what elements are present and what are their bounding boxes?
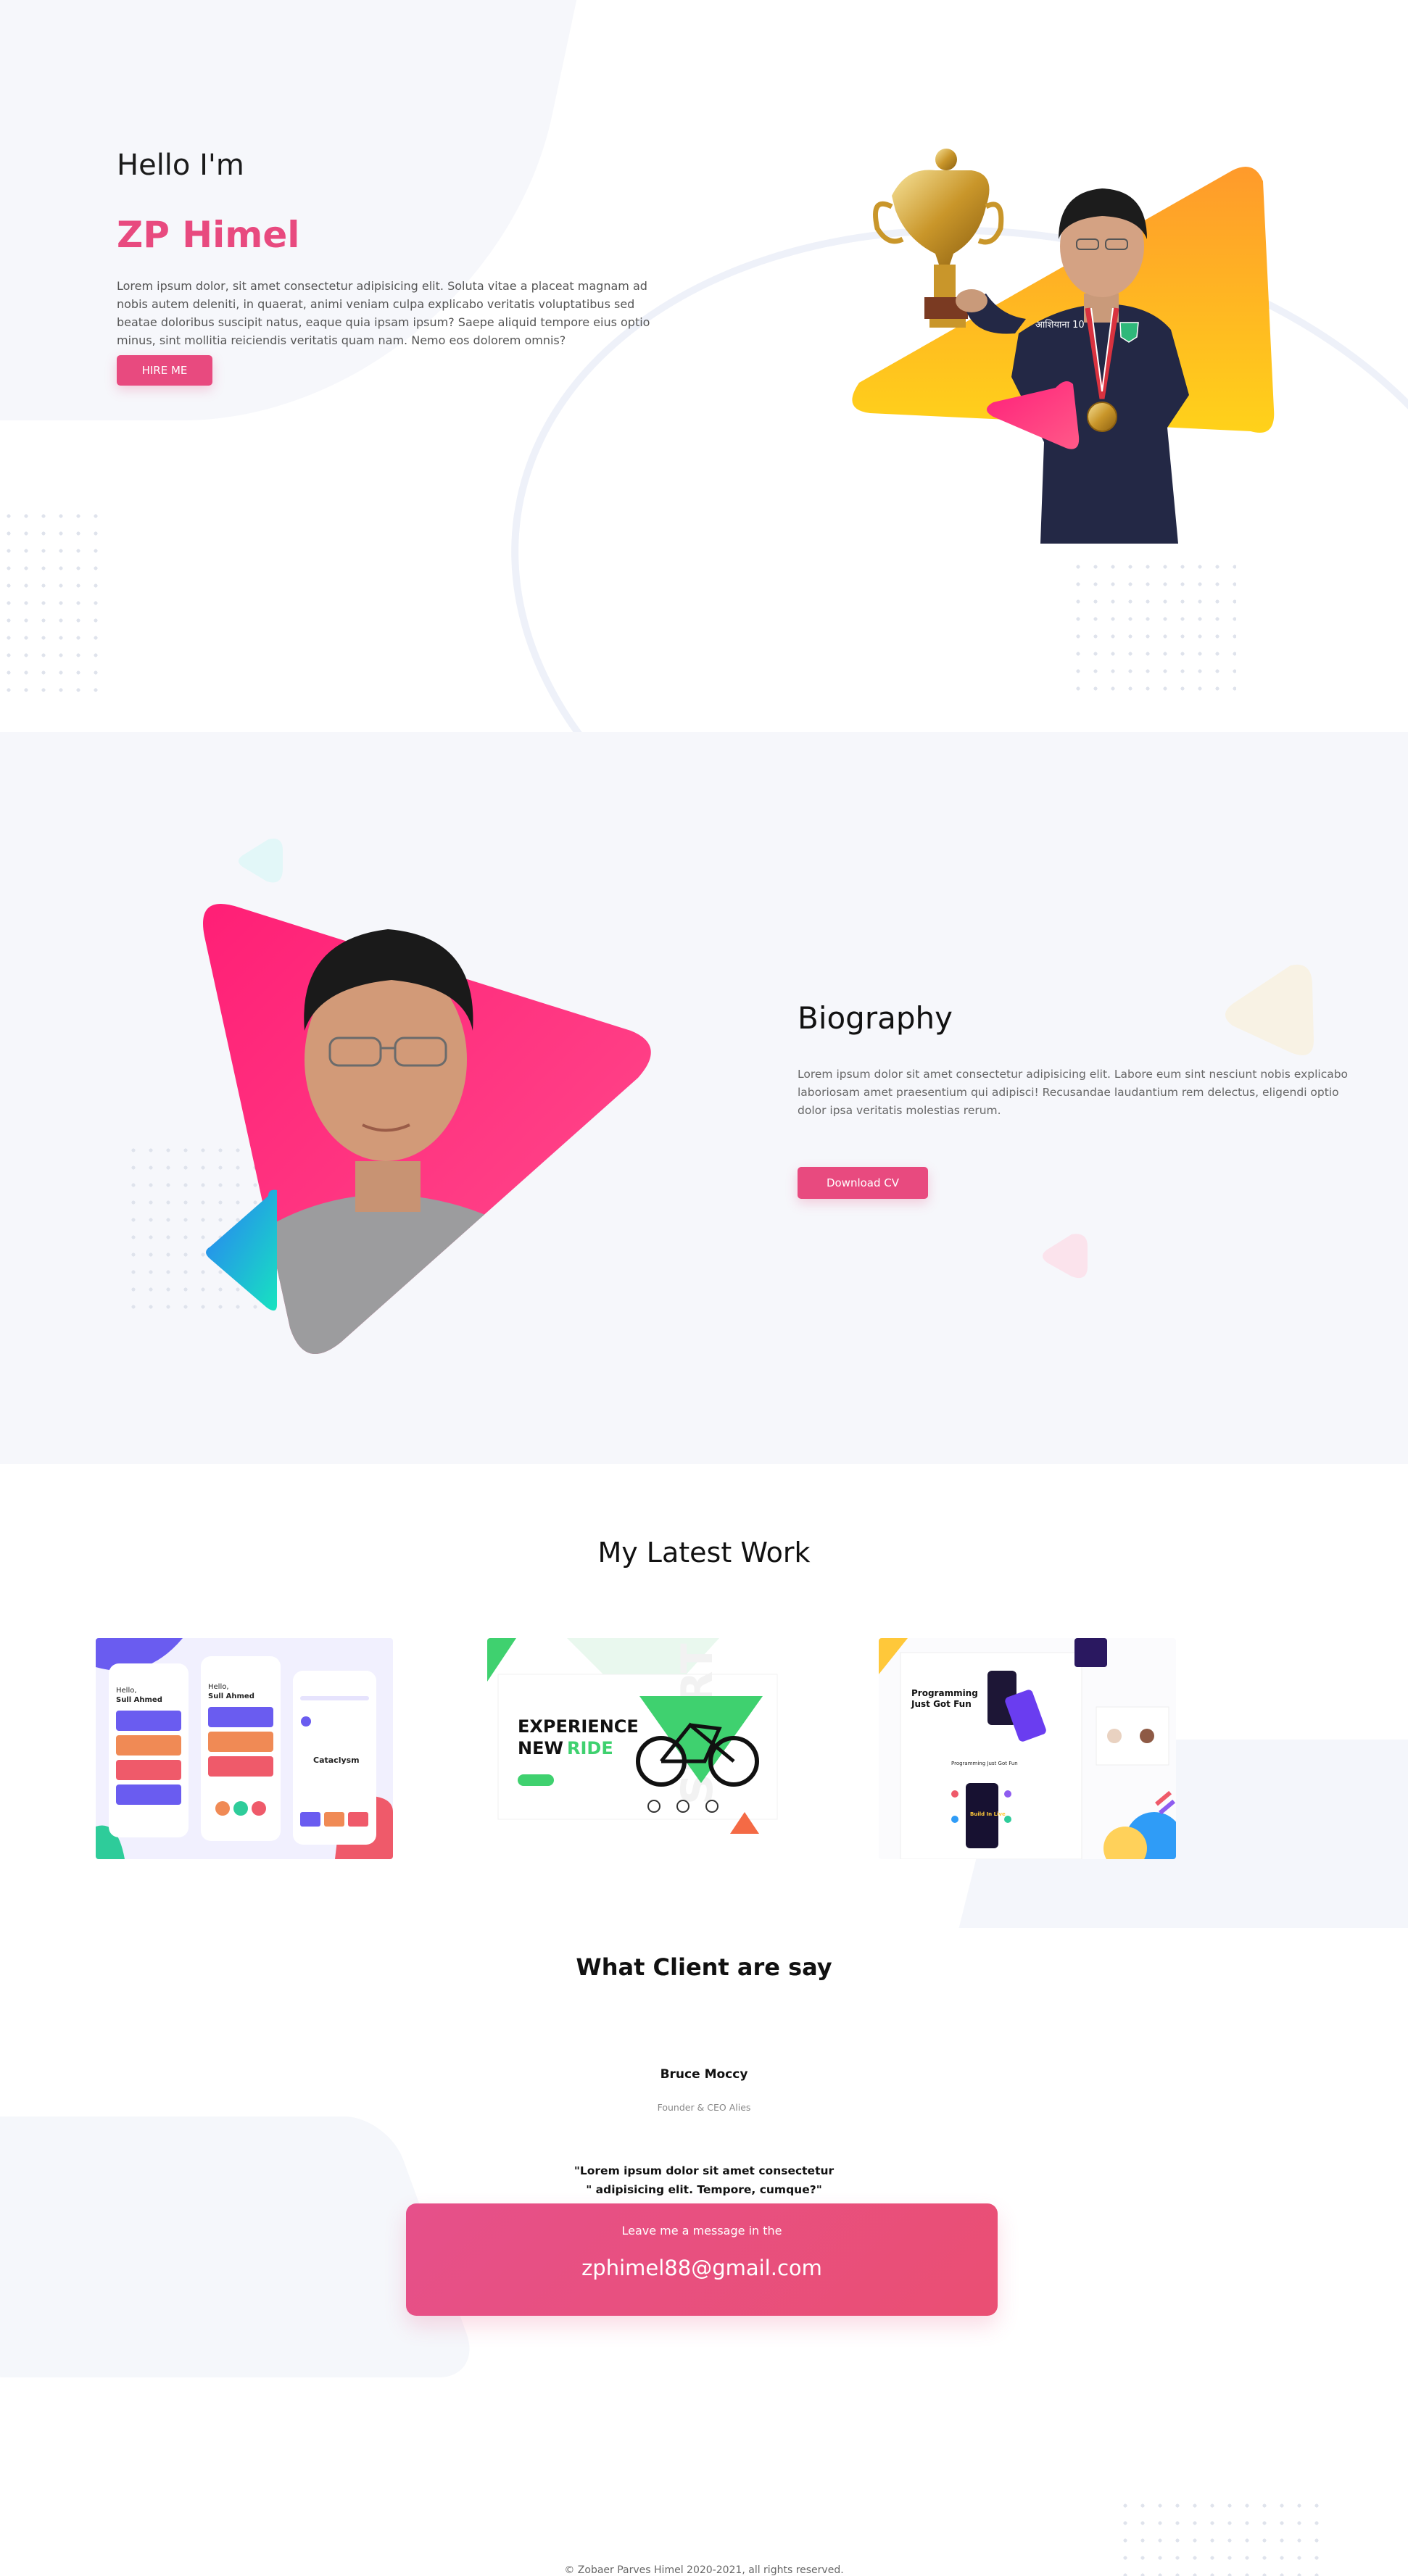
- project-card-3[interactable]: Programming Just Got Fun Programming Jus…: [879, 1638, 1176, 1859]
- svg-text:NEW: NEW: [518, 1738, 563, 1758]
- hero-background-shape: [0, 0, 587, 420]
- latest-work-title: My Latest Work: [597, 1537, 811, 1569]
- client-name: Bruce Moccy: [660, 2067, 748, 2082]
- project-card-2[interactable]: SPORT EXPERIENCE NEW RIDE: [487, 1638, 784, 1859]
- hero-name: ZP Himel: [117, 214, 300, 256]
- project-thumbnail-bike-landing: SPORT EXPERIENCE NEW RIDE: [487, 1638, 784, 1859]
- contact-box: Leave me a message in the zphimel88@gmai…: [406, 2203, 998, 2316]
- biography-description: Lorem ipsum dolor sit amet consectetur a…: [798, 1068, 1349, 1117]
- svg-text:Cataclysm: Cataclysm: [313, 1756, 360, 1765]
- dot-grid: [0, 507, 102, 703]
- decor-triangle-pink: [1043, 1234, 1088, 1279]
- decor-triangle-teal: [239, 839, 283, 883]
- download-cv-button[interactable]: Download CV: [798, 1167, 928, 1199]
- project-thumbnail-programming-app: Programming Just Got Fun Programming Jus…: [879, 1638, 1176, 1859]
- project-thumbnail-mobile-app: Hello, Sull Ahmed Hello, Sull Ahmed Cata…: [96, 1638, 393, 1859]
- project-card-1[interactable]: Hello, Sull Ahmed Hello, Sull Ahmed Cata…: [96, 1638, 393, 1859]
- contact-label: Leave me a message in the: [621, 2224, 782, 2238]
- footer-copyright: © Zobaer Parves Himel 2020-2021, all rig…: [564, 2564, 844, 2576]
- testimonials-title: What Client are say: [576, 1953, 832, 1981]
- hero-section: Hello I'm ZP Himel Lorem ipsum dolor, si…: [0, 0, 1408, 732]
- svg-text:Sull Ahmed: Sull Ahmed: [116, 1696, 162, 1704]
- hero-greeting: Hello I'm: [117, 149, 244, 182]
- svg-text:Programming: Programming: [911, 1688, 978, 1698]
- bio-teal-triangle: [206, 1189, 277, 1311]
- svg-text:Just Got Fun: Just Got Fun: [911, 1699, 972, 1709]
- testimonials-section: What Client are say Bruce Moccy Founder …: [0, 1928, 1408, 2576]
- svg-text:Hello,: Hello,: [116, 1687, 137, 1695]
- hero-photo: आशियाना 10: [852, 149, 1275, 544]
- decor-triangle-beige: [1225, 964, 1314, 1055]
- client-quote: "Lorem ipsum dolor sit amet consectetur …: [0, 2161, 1408, 2199]
- svg-text:Hello,: Hello,: [208, 1683, 229, 1691]
- biography-section: Biography Lorem ipsum dolor sit amet con…: [0, 732, 1408, 1464]
- client-quote-line-2: " adipisicing elit. Tempore, cumque?": [586, 2183, 822, 2196]
- hero-description: Lorem ipsum dolor, sit amet consectetur …: [117, 279, 650, 347]
- biography-photo: [203, 904, 651, 1354]
- hire-me-button[interactable]: HIRE ME: [117, 355, 212, 386]
- client-quote-line-1: "Lorem ipsum dolor sit amet consectetur: [573, 2164, 835, 2177]
- svg-text:Programming Just Got Fun: Programming Just Got Fun: [951, 1761, 1018, 1766]
- jersey-text: आशियाना 10: [1035, 319, 1085, 331]
- latest-work-section: My Latest Work Hello, Sull Ahmed Hello, …: [0, 1464, 1408, 1957]
- biography-title: Biography: [798, 1000, 953, 1036]
- client-role: Founder & CEO Alies: [657, 2102, 751, 2113]
- svg-text:Sull Ahmed: Sull Ahmed: [208, 1692, 254, 1700]
- svg-text:Build In Live: Build In Live: [970, 1811, 1006, 1817]
- contact-email-link[interactable]: zphimel88@gmail.com: [406, 2256, 998, 2280]
- svg-text:RIDE: RIDE: [567, 1738, 613, 1758]
- svg-text:EXPERIENCE: EXPERIENCE: [518, 1716, 639, 1737]
